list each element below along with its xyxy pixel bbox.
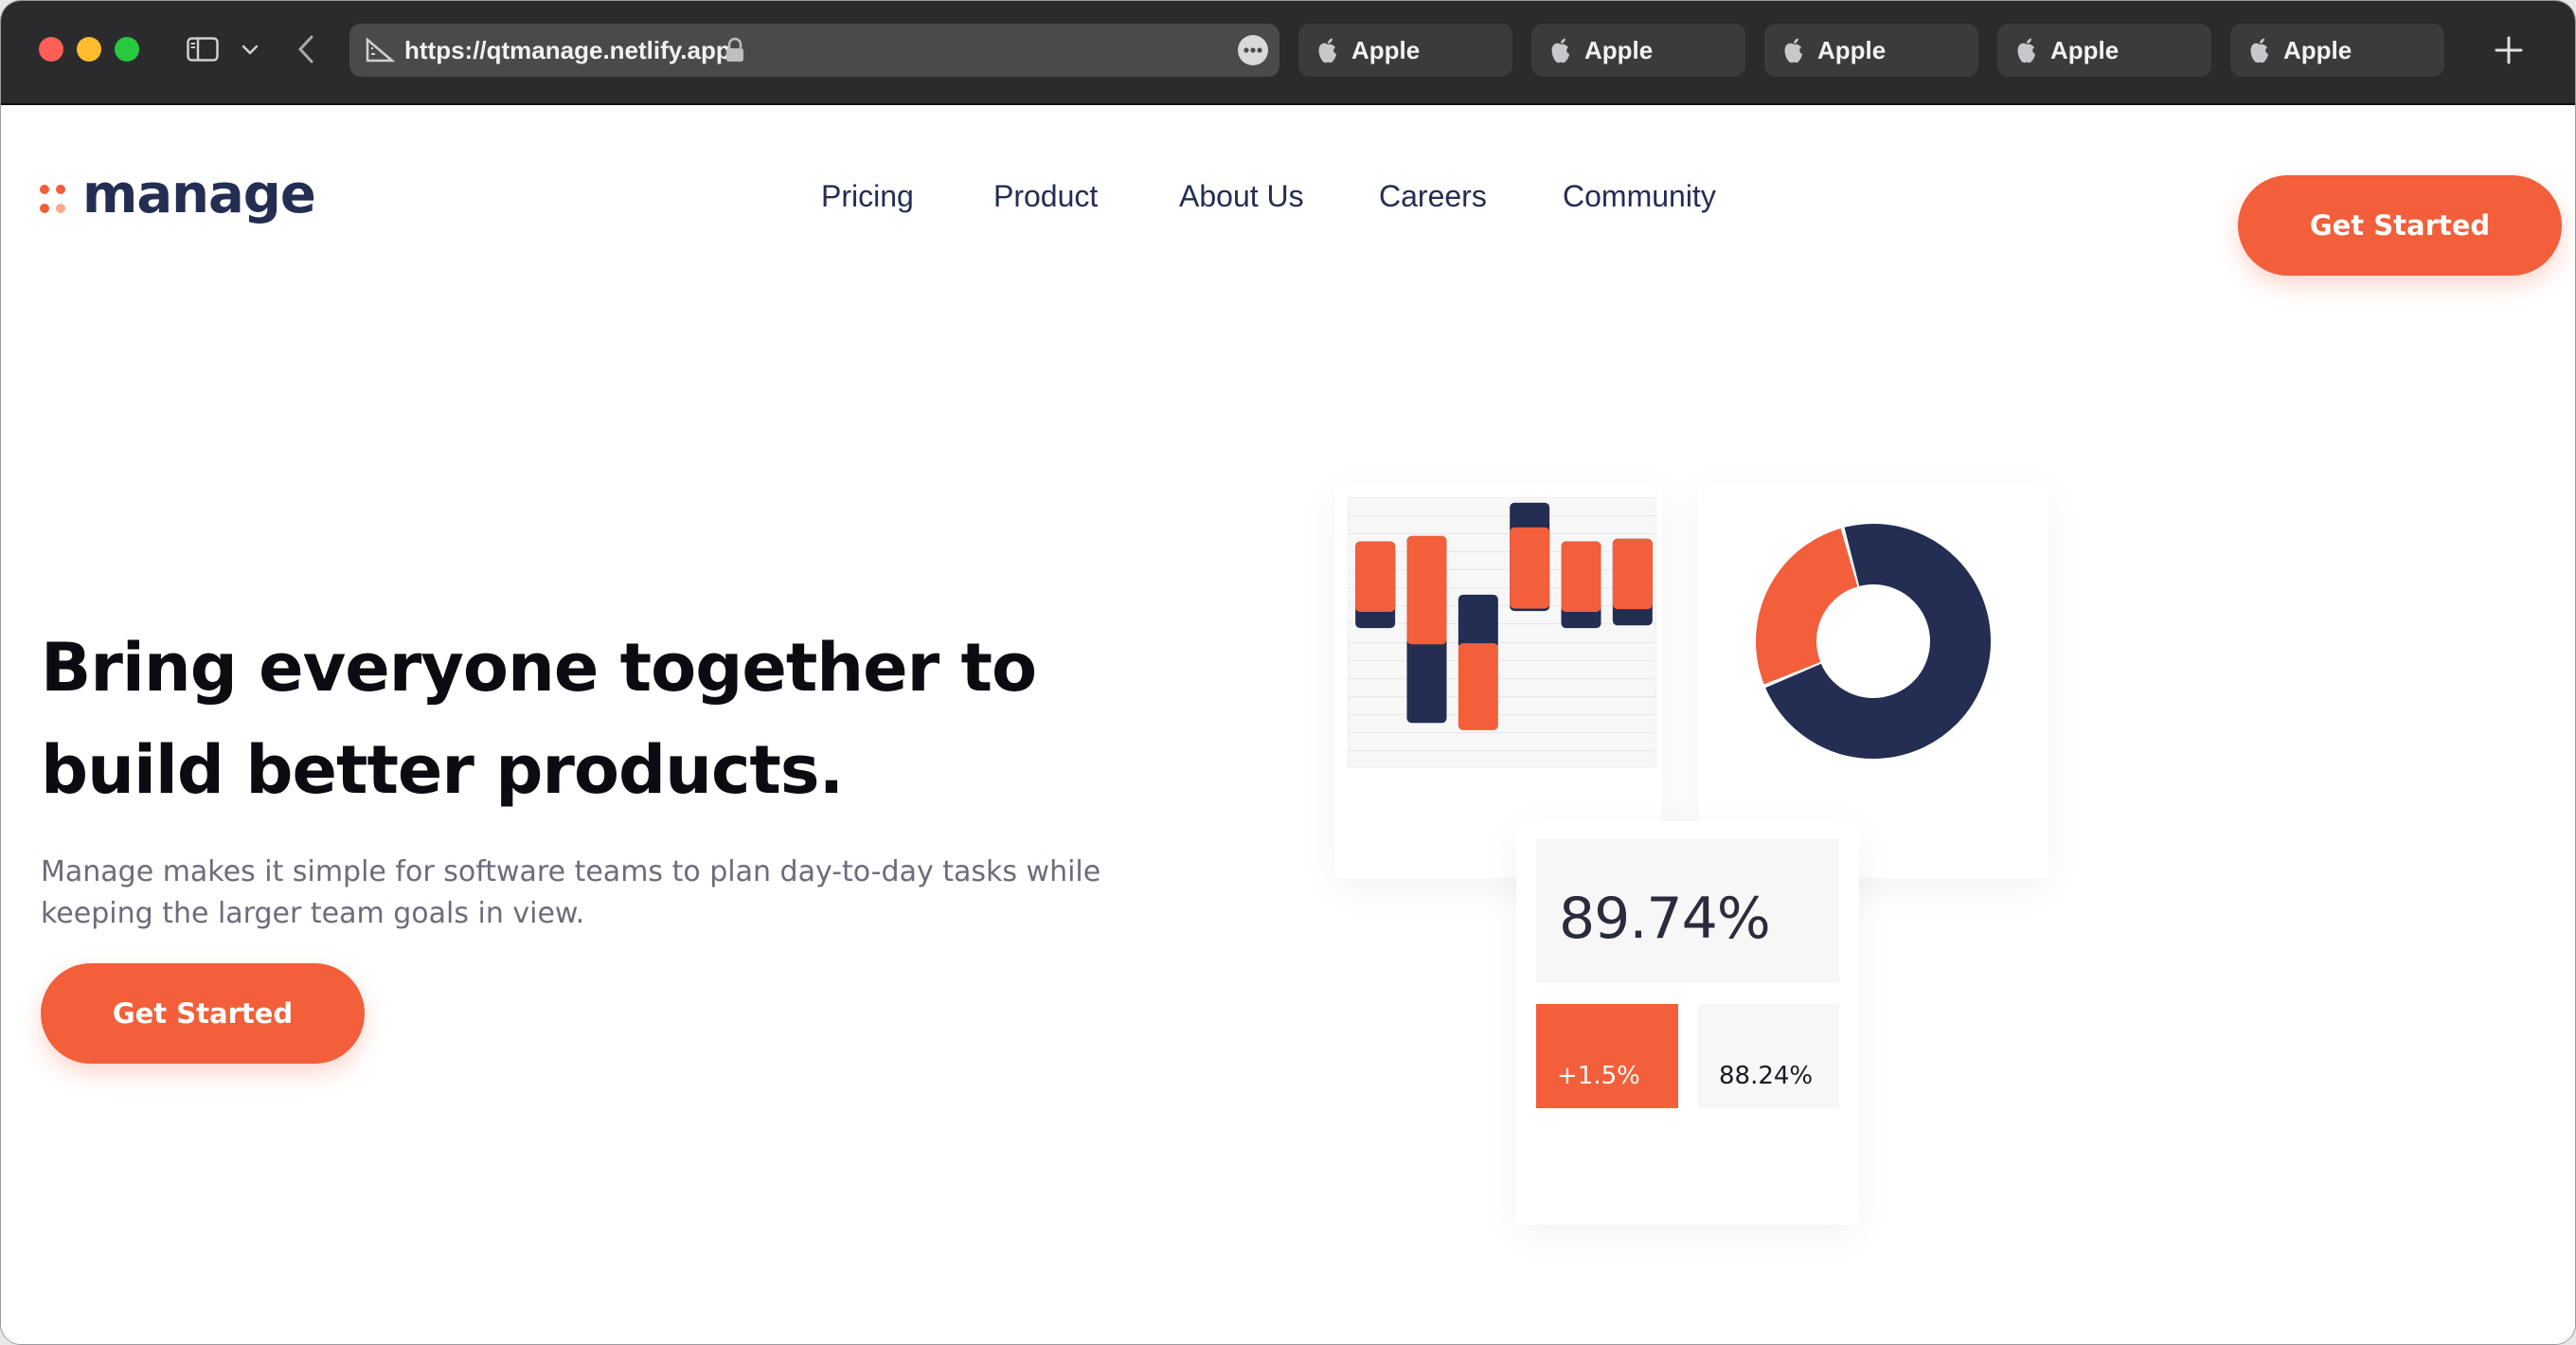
- tab-label: Apple: [1817, 36, 1887, 64]
- browser-tab[interactable]: Apple: [1531, 24, 1745, 77]
- stat-main-tile: 89.74%: [1536, 838, 1839, 982]
- chevron-down-icon[interactable]: [240, 41, 260, 58]
- more-icon[interactable]: [1238, 35, 1268, 65]
- back-arrow-icon[interactable]: [295, 33, 317, 65]
- stat-main-value: 89.74%: [1559, 886, 1771, 952]
- bar-navy: [1458, 594, 1498, 650]
- web-page: manage Pricing Product About Us Careers …: [1, 105, 2575, 1344]
- bar-orange: [1406, 535, 1447, 645]
- url-text: https://qtmanage.netlify.app: [404, 36, 731, 64]
- browser-tab[interactable]: Apple: [1298, 24, 1512, 77]
- bar-orange: [1458, 643, 1498, 730]
- donut-chart: [1756, 524, 1991, 759]
- stats-card: 89.74% +1.5% 88.24%: [1516, 821, 1859, 1225]
- stat-change-value: +1.5%: [1557, 1062, 1640, 1090]
- nav-link-product[interactable]: Product: [993, 177, 1098, 215]
- hero-title: Bring everyone together to build better …: [41, 629, 1037, 809]
- tab-label: Apple: [2050, 36, 2120, 64]
- bar-orange: [1510, 527, 1550, 609]
- zoom-window-button[interactable]: [115, 37, 139, 62]
- browser-window: https://qtmanage.netlify.app Apple Apple…: [0, 0, 2576, 1345]
- stat-secondary-tile: 88.24%: [1698, 1004, 1839, 1108]
- apple-icon: [1318, 38, 1336, 63]
- apple-icon: [2017, 38, 2035, 63]
- address-bar[interactable]: https://qtmanage.netlify.app: [349, 24, 1279, 77]
- browser-tab[interactable]: Apple: [1997, 24, 2211, 77]
- logo-text: manage: [82, 164, 316, 225]
- sidebar-icon[interactable]: [187, 37, 219, 62]
- apple-icon: [2250, 38, 2268, 63]
- tab-label: Apple: [1584, 36, 1654, 64]
- hero-subtitle: Manage makes it simple for software team…: [41, 855, 1101, 930]
- nav-get-started-button[interactable]: Get Started: [2238, 175, 2562, 276]
- browser-tab[interactable]: Apple: [1764, 24, 1978, 77]
- apple-icon: [1551, 38, 1569, 63]
- chart-background: [1348, 497, 1656, 768]
- donut-chart-card: [1698, 484, 2048, 878]
- tab-label: Apple: [1351, 36, 1421, 64]
- close-window-button[interactable]: [39, 37, 63, 62]
- browser-toolbar: https://qtmanage.netlify.app Apple Apple…: [1, 1, 2575, 105]
- stat-secondary-value: 88.24%: [1719, 1062, 1814, 1090]
- nav-link-pricing[interactable]: Pricing: [821, 177, 914, 215]
- tab-label: Apple: [2283, 36, 2352, 64]
- site-favicon-icon: [366, 37, 395, 63]
- bar-chart: [1348, 497, 1656, 768]
- plus-icon[interactable]: [2494, 35, 2524, 65]
- logo-mark-icon: [40, 185, 65, 213]
- nav-link-careers[interactable]: Careers: [1379, 177, 1487, 215]
- hero-get-started-button[interactable]: Get Started: [41, 963, 365, 1064]
- bar-orange: [1612, 538, 1653, 610]
- bar-orange: [1355, 541, 1396, 612]
- stat-change-tile: +1.5%: [1536, 1004, 1678, 1108]
- bar-orange: [1561, 541, 1601, 612]
- lock-icon: [726, 37, 743, 62]
- apple-icon: [1784, 38, 1802, 63]
- minimize-window-button[interactable]: [77, 37, 101, 62]
- nav-link-about-us[interactable]: About Us: [1179, 177, 1304, 215]
- nav-link-community[interactable]: Community: [1563, 177, 1716, 215]
- browser-tab[interactable]: Apple: [2230, 24, 2444, 77]
- bar-chart-card: [1334, 484, 1662, 878]
